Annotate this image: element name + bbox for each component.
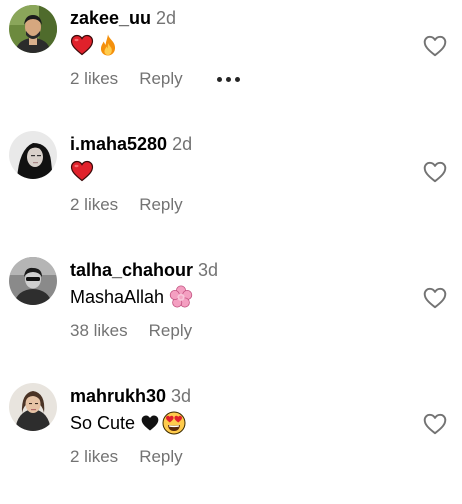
- comment-actions: 2 likes Reply: [70, 445, 183, 469]
- comment-time: 3d: [198, 260, 219, 280]
- likes-count-link[interactable]: 38 likes: [70, 319, 128, 343]
- comment-item: mahrukh30 3d So Cute 2 likes Reply: [0, 378, 462, 504]
- username-link[interactable]: i.maha5280: [70, 134, 167, 154]
- reply-button[interactable]: Reply: [139, 193, 182, 217]
- red-heart-emoji: [70, 34, 94, 56]
- comment-time: 2d: [156, 8, 177, 28]
- likes-count-link[interactable]: 2 likes: [70, 445, 118, 469]
- comment-item: zakee_uu 2d 2 likes Reply: [0, 0, 462, 126]
- fire-emoji: [100, 34, 116, 56]
- comment-text: So Cute: [70, 409, 188, 437]
- heart-outline-icon[interactable]: [422, 33, 448, 59]
- likes-count-link[interactable]: 2 likes: [70, 67, 118, 91]
- comment-header: mahrukh30 3d: [70, 383, 191, 409]
- comment-text: [70, 157, 96, 185]
- comment-time: 3d: [171, 386, 192, 406]
- comment-header: talha_chahour 3d: [70, 257, 218, 283]
- comment-time: 2d: [172, 134, 193, 154]
- username-link[interactable]: zakee_uu: [70, 8, 151, 28]
- username-link[interactable]: talha_chahour: [70, 260, 193, 280]
- more-options-icon[interactable]: [216, 67, 240, 91]
- comment-header: zakee_uu 2d: [70, 5, 176, 31]
- reply-button[interactable]: Reply: [149, 319, 192, 343]
- comment-actions: 2 likes Reply: [70, 193, 183, 217]
- avatar[interactable]: [9, 131, 57, 179]
- likes-count-link[interactable]: 2 likes: [70, 193, 118, 217]
- pink-flower-emoji: [169, 285, 193, 308]
- avatar[interactable]: [9, 383, 57, 431]
- username-link[interactable]: mahrukh30: [70, 386, 166, 406]
- comment-actions: 38 likes Reply: [70, 319, 192, 343]
- comment-body: So Cute: [70, 413, 136, 433]
- comment-item: talha_chahour 3d MashaAllah 38 likes Repl…: [0, 252, 462, 378]
- comment-text: [70, 31, 122, 59]
- heart-outline-icon[interactable]: [422, 285, 448, 311]
- heart-eyes-face-emoji: [162, 411, 186, 435]
- comment-item: i.maha5280 2d 2 likes Reply: [0, 126, 462, 252]
- avatar[interactable]: [9, 5, 57, 53]
- avatar[interactable]: [9, 257, 57, 305]
- comment-body: MashaAllah: [70, 287, 165, 307]
- comment-actions: 2 likes Reply: [70, 67, 240, 91]
- black-heart-emoji: [141, 415, 159, 431]
- red-heart-emoji: [70, 160, 94, 182]
- comment-header: i.maha5280 2d: [70, 131, 192, 157]
- reply-button[interactable]: Reply: [139, 445, 182, 469]
- heart-outline-icon[interactable]: [422, 411, 448, 437]
- heart-outline-icon[interactable]: [422, 159, 448, 185]
- reply-button[interactable]: Reply: [139, 67, 182, 91]
- comment-text: MashaAllah: [70, 283, 195, 311]
